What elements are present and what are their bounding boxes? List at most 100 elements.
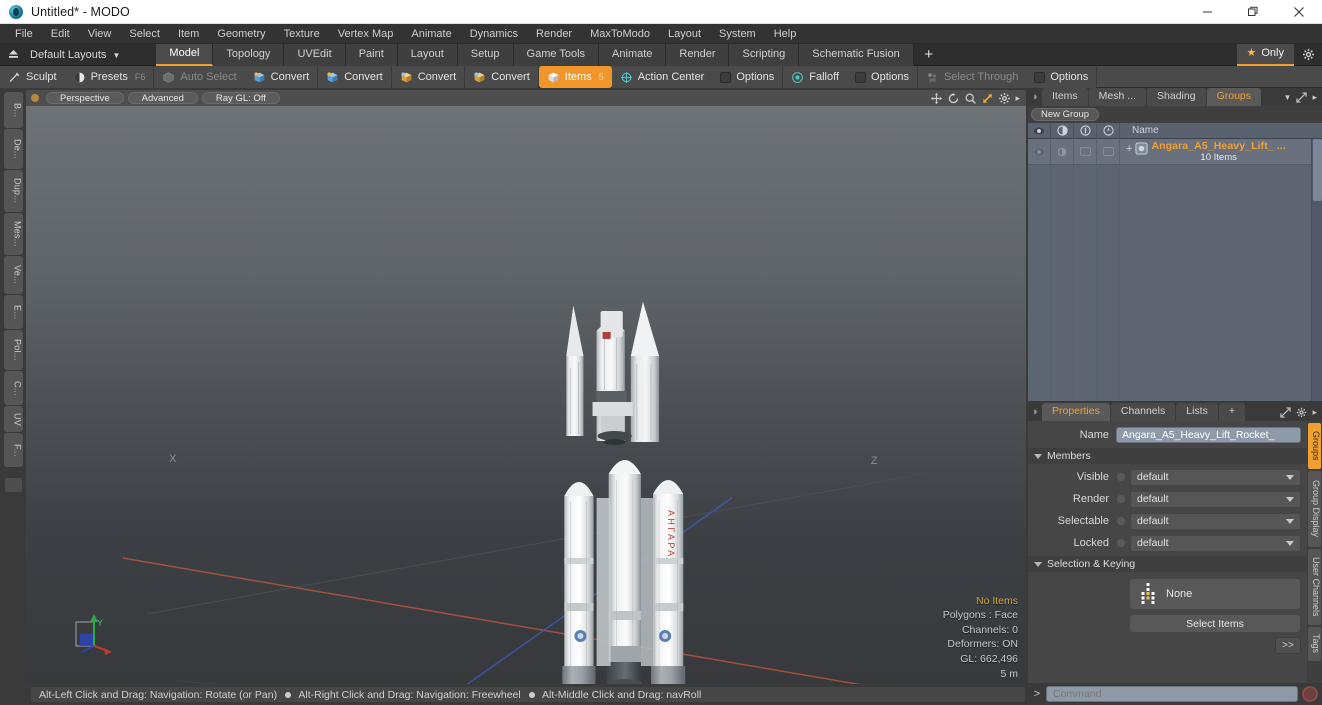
presets-button[interactable]: Presets F6 — [64, 66, 154, 88]
gear-icon[interactable] — [1296, 407, 1307, 418]
action-center-options-button[interactable]: Options — [712, 66, 783, 88]
members-section-header[interactable]: Members — [1028, 448, 1307, 464]
checkbox-icon[interactable] — [855, 71, 867, 83]
add-layout-tab-button[interactable]: + — [914, 44, 944, 66]
expand-icon[interactable] — [1280, 406, 1292, 418]
menu-item[interactable]: Item — [169, 24, 208, 44]
left-tab-curve[interactable]: C... — [3, 371, 23, 405]
record-icon[interactable] — [1302, 686, 1318, 702]
default-layouts-dropdown[interactable]: Default Layouts ▼ — [26, 44, 130, 66]
fit-icon[interactable] — [981, 92, 994, 105]
expand-more-button[interactable]: >> — [1275, 637, 1301, 654]
tab-game-tools[interactable]: Game Tools — [513, 43, 600, 66]
selection-keying-section-header[interactable]: Selection & Keying — [1028, 556, 1307, 572]
column-lock-icon[interactable] — [1074, 122, 1097, 139]
left-strip-extra-panel[interactable] — [3, 477, 23, 493]
tab-shading[interactable]: Shading — [1147, 88, 1206, 106]
left-tab-edge[interactable]: E... — [3, 295, 23, 329]
left-tab-deform[interactable]: De... — [3, 129, 23, 169]
left-tab-basic[interactable]: B... — [3, 92, 23, 128]
tab-render[interactable]: Render — [666, 43, 730, 66]
convert-button-3[interactable]: Convert — [391, 66, 465, 88]
expand-icon[interactable] — [1296, 91, 1308, 103]
visible-anim-dot-icon[interactable] — [1116, 472, 1126, 482]
convert-button-1[interactable]: Convert — [244, 66, 318, 88]
menu-vertex-map[interactable]: Vertex Map — [329, 24, 403, 44]
selectable-anim-dot-icon[interactable] — [1116, 516, 1126, 526]
viewport-raygl-dropdown[interactable]: Ray GL: Off — [201, 92, 280, 104]
select-through-button[interactable]: Select Through — [917, 66, 1027, 88]
tab-topology[interactable]: Topology — [213, 43, 285, 66]
gear-icon[interactable] — [998, 92, 1011, 105]
column-eye-icon[interactable] — [1028, 122, 1051, 139]
row-render-toggle[interactable] — [1051, 139, 1074, 165]
tab-properties[interactable]: Properties — [1042, 403, 1110, 421]
maximize-restore-button[interactable] — [1230, 0, 1276, 24]
side-tab-user-channels[interactable]: User Channels — [1308, 549, 1321, 625]
menu-layout[interactable]: Layout — [659, 24, 710, 44]
group-name-input[interactable]: Angara_A5_Heavy_Lift_Rocket_ — [1116, 427, 1301, 443]
left-tab-mesh-edit[interactable]: Mes... — [3, 213, 23, 255]
row-lock-toggle[interactable] — [1074, 139, 1097, 165]
chevron-right-icon[interactable]: ▸ — [1015, 93, 1020, 104]
tab-uvedit[interactable]: UVEdit — [284, 43, 346, 66]
tab-layout[interactable]: Layout — [397, 43, 458, 66]
menu-file[interactable]: File — [6, 24, 42, 44]
only-toggle-button[interactable]: ★ Only — [1236, 43, 1294, 66]
checkbox-icon[interactable] — [720, 71, 732, 83]
3d-viewport[interactable]: X Z АНГАРА Y No Items Polygons: Face Ch… — [26, 106, 1026, 684]
locked-dropdown[interactable]: default — [1130, 534, 1301, 552]
scrollbar-thumb[interactable] — [1313, 139, 1322, 201]
tab-scripting[interactable]: Scripting — [729, 43, 800, 66]
select-items-button[interactable]: Select Items — [1129, 614, 1301, 633]
tab-add-properties[interactable]: + — [1218, 403, 1245, 421]
tab-items[interactable]: Items — [1042, 88, 1088, 106]
move-icon[interactable] — [930, 92, 943, 105]
tab-groups[interactable]: Groups — [1206, 88, 1262, 106]
select-through-options-button[interactable]: Options — [1026, 66, 1097, 88]
menu-dynamics[interactable]: Dynamics — [461, 24, 527, 44]
menu-system[interactable]: System — [710, 24, 765, 44]
left-tab-vertex[interactable]: Ve... — [3, 256, 23, 294]
falloff-button[interactable]: Falloff — [783, 66, 848, 88]
selection-set-dropdown[interactable]: None — [1129, 578, 1301, 610]
menu-geometry[interactable]: Geometry — [208, 24, 274, 44]
sculpt-button[interactable]: Sculpt — [0, 66, 65, 88]
command-input[interactable] — [1046, 686, 1298, 702]
falloff-options-button[interactable]: Options — [847, 66, 917, 88]
tab-paint[interactable]: Paint — [345, 43, 398, 66]
column-render-icon[interactable] — [1051, 122, 1074, 139]
side-tab-tags[interactable]: Tags — [1308, 627, 1321, 661]
home-eject-icon[interactable] — [0, 44, 26, 66]
menu-help[interactable]: Help — [765, 24, 806, 44]
menu-select[interactable]: Select — [120, 24, 169, 44]
row-expand-toggle[interactable]: + — [1126, 143, 1132, 155]
menu-edit[interactable]: Edit — [42, 24, 79, 44]
render-dropdown[interactable]: default — [1130, 490, 1301, 508]
side-tab-group-display[interactable]: Group Display — [1308, 471, 1321, 547]
chevron-right-icon[interactable]: ▸ — [1312, 92, 1317, 103]
groups-tree-body[interactable]: + Angara_A5_Heavy_Lift_ ... 10 Items — [1028, 139, 1322, 401]
minimize-button[interactable] — [1184, 0, 1230, 24]
tab-model[interactable]: Model — [156, 43, 214, 66]
left-tab-duplicate[interactable]: Dup... — [3, 170, 23, 212]
menu-render[interactable]: Render — [527, 24, 581, 44]
column-info-icon[interactable] — [1097, 122, 1120, 139]
gear-icon[interactable] — [1294, 48, 1322, 61]
tab-mesh[interactable]: Mesh ... — [1088, 88, 1147, 106]
close-button[interactable] — [1276, 0, 1322, 24]
auto-select-button[interactable]: Auto Select — [154, 66, 245, 88]
convert-button-2[interactable]: Convert — [318, 66, 391, 88]
items-mode-button[interactable]: Items 5 — [538, 66, 612, 88]
visible-dropdown[interactable]: default — [1130, 468, 1301, 486]
left-tab-uv[interactable]: UV — [3, 406, 23, 432]
tab-schematic-fusion[interactable]: Schematic Fusion — [799, 43, 914, 66]
convert-button-4[interactable]: Convert — [465, 66, 538, 88]
table-row[interactable]: + Angara_A5_Heavy_Lift_ ... 10 Items — [1028, 139, 1322, 165]
menu-view[interactable]: View — [79, 24, 121, 44]
viewport-menu-dot-icon[interactable] — [31, 94, 39, 102]
panel-menu-dot-icon[interactable]: ◗ — [1030, 403, 1041, 421]
axis-gizmo[interactable]: Y — [66, 606, 122, 662]
row-info-toggle[interactable] — [1097, 139, 1120, 165]
left-tab-fusion[interactable]: F... — [3, 433, 23, 467]
